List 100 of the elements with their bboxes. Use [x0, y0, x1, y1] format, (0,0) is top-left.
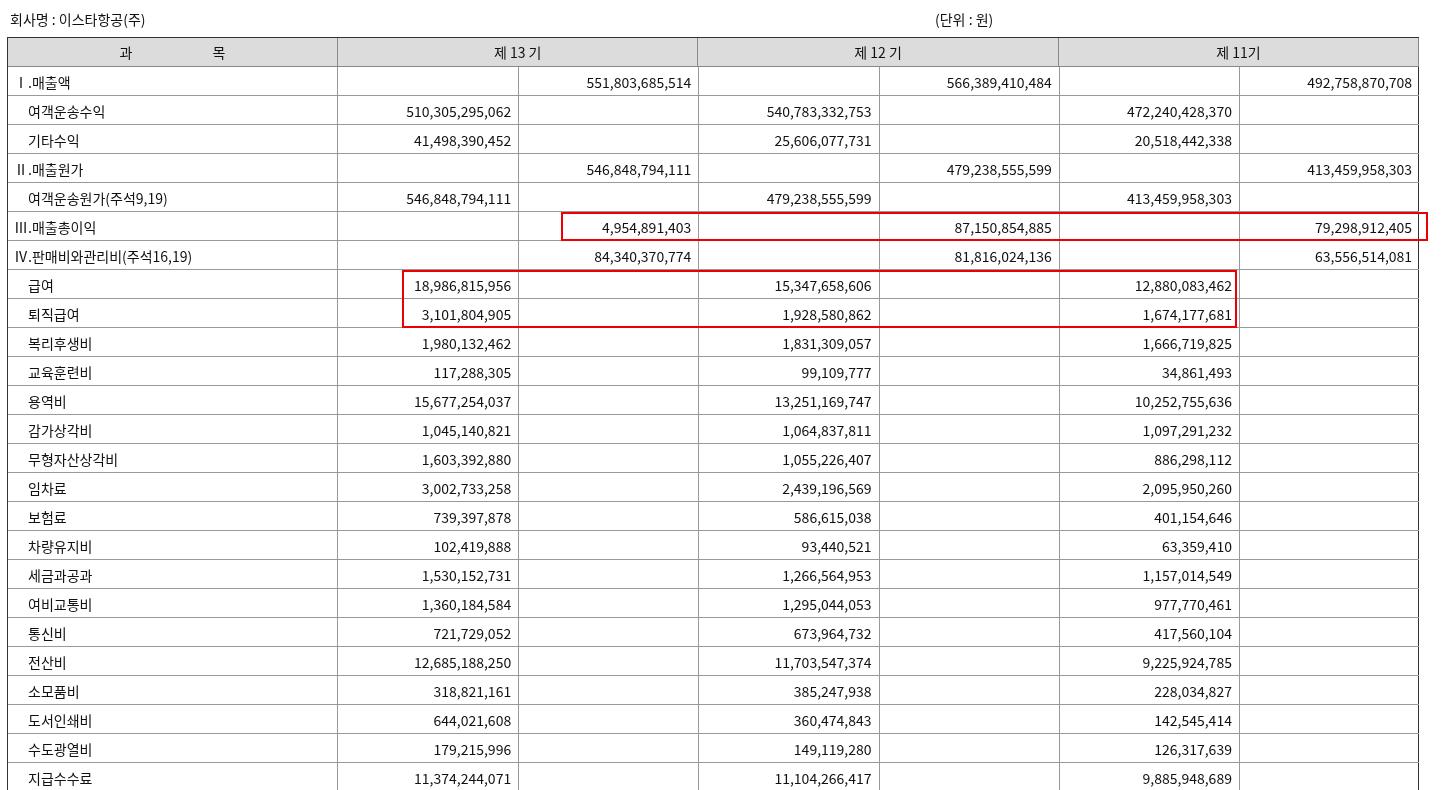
amount-cell-text: 401,154,646 — [1153, 505, 1233, 529]
amount-cell-text: 18,986,815,956 — [413, 273, 513, 297]
amount-cell-text: 721,729,052 — [432, 621, 513, 645]
amount-cell-text: 673,964,732 — [792, 621, 873, 645]
amount-cell-text: 1,064,837,811 — [781, 418, 873, 442]
amount-cell-text: 102,419,888 — [432, 534, 513, 558]
account-label: 기타수익 — [27, 128, 81, 152]
amount-cell-text: 63,556,514,081 — [1313, 244, 1414, 268]
column-header: 과 목 — [8, 38, 338, 67]
amount-cell-text: 1,097,291,232 — [1141, 418, 1233, 442]
account-label: 임차료 — [27, 476, 68, 500]
amount-cell-text: 417,560,104 — [1153, 621, 1233, 645]
amount-cell-text: 413,459,958,303 — [1306, 157, 1414, 181]
amount-cell-text: 318,821,161 — [432, 679, 513, 703]
amount-cell-text: 3,101,804,905 — [420, 302, 513, 326]
amount-cell-text: 15,347,658,606 — [773, 273, 873, 297]
account-label: 무형자산상각비 — [27, 447, 120, 471]
account-label: Ⅰ.매출액 — [13, 70, 72, 94]
column-header: 제 13 기 — [338, 38, 699, 67]
amount-cell-text: 586,615,038 — [792, 505, 873, 529]
amount-cell-text: 13,251,169,747 — [773, 389, 873, 413]
account-label: 보험료 — [27, 505, 68, 529]
amount-cell-text: 492,758,870,708 — [1306, 70, 1414, 94]
amount-cell-text: 2,439,196,569 — [781, 476, 873, 500]
amount-cell-text: 1,980,132,462 — [420, 331, 513, 355]
amount-cell-text: 1,530,152,731 — [420, 563, 513, 587]
amount-cell-text: 1,603,392,880 — [420, 447, 513, 471]
account-label: 복리후생비 — [27, 331, 94, 355]
account-label: 통신비 — [27, 621, 68, 645]
amount-cell-text: 472,240,428,370 — [1126, 99, 1233, 123]
amount-cell-text: 12,685,188,250 — [413, 650, 513, 674]
amount-cell-text: 179,215,996 — [432, 737, 513, 761]
amount-cell-text: 9,885,948,689 — [1141, 766, 1233, 790]
amount-cell-text: 546,848,794,111 — [585, 157, 693, 181]
amount-cell-text: 25,606,077,731 — [773, 128, 873, 152]
amount-cell-text: 479,238,555,599 — [765, 186, 873, 210]
account-label: 차량유지비 — [27, 534, 94, 558]
amount-cell-text: 1,674,177,681 — [1141, 302, 1233, 326]
amount-cell-text: 2,095,950,260 — [1141, 476, 1233, 500]
amount-cell-text: 546,848,794,111 — [405, 186, 513, 210]
amount-cell-text: 1,045,140,821 — [420, 418, 513, 442]
amount-cell-text: 84,340,370,774 — [593, 244, 693, 268]
amount-cell-text: 385,247,938 — [792, 679, 873, 703]
account-label: 전산비 — [27, 650, 68, 674]
account-label: 급여 — [27, 273, 55, 297]
amount-cell-text: 93,440,521 — [800, 534, 873, 558]
amount-cell-text: 510,305,295,062 — [405, 99, 513, 123]
account-label: 여비교통비 — [27, 592, 94, 616]
account-label: 지급수수료 — [27, 766, 94, 790]
amount-cell-text: 12,880,083,462 — [1133, 273, 1233, 297]
account-label: 감가상각비 — [27, 418, 94, 442]
amount-cell-text: 34,861,493 — [1161, 360, 1233, 384]
account-label: 교육훈련비 — [27, 360, 94, 384]
account-label: Ⅱ.매출원가 — [13, 157, 85, 181]
amount-cell-text: 20,518,442,338 — [1133, 128, 1233, 152]
account-label: Ⅳ.판매비와관리비(주석16,19) — [13, 244, 194, 268]
amount-cell-text: 15,677,254,037 — [413, 389, 513, 413]
amount-cell-text: 886,298,112 — [1153, 447, 1233, 471]
amount-cell-text: 1,157,014,549 — [1141, 563, 1233, 587]
amount-cell-text: 87,150,854,885 — [953, 215, 1053, 239]
amount-cell-text: 1,831,309,057 — [781, 331, 873, 355]
amount-cell-text: 149,119,280 — [792, 737, 873, 761]
account-label: 세금과공과 — [27, 563, 94, 587]
amount-cell-text: 566,389,410,484 — [945, 70, 1053, 94]
account-label: 여객운송원가(주석9,19) — [27, 186, 169, 210]
account-label: Ⅲ.매출총이익 — [13, 215, 98, 239]
amount-cell-text: 1,666,719,825 — [1141, 331, 1233, 355]
amount-cell-text: 79,298,912,405 — [1313, 215, 1414, 239]
amount-cell-text: 81,816,024,136 — [953, 244, 1053, 268]
column-header: 제 11기 — [1058, 38, 1420, 67]
amount-cell-text: 9,225,924,785 — [1141, 650, 1233, 674]
amount-cell-text: 1,266,564,953 — [781, 563, 873, 587]
amount-cell-text: 117,288,305 — [432, 360, 513, 384]
amount-cell-text: 551,803,685,514 — [585, 70, 693, 94]
amount-cell-text: 11,703,547,374 — [773, 650, 873, 674]
amount-cell-text: 1,295,044,053 — [781, 592, 873, 616]
amount-cell-text: 10,252,755,636 — [1133, 389, 1233, 413]
amount-cell-text: 228,034,827 — [1153, 679, 1233, 703]
amount-cell-text: 1,055,226,407 — [781, 447, 873, 471]
account-label: 용역비 — [27, 389, 68, 413]
account-label: 수도광열비 — [27, 737, 94, 761]
unit-note: (단위 : 원) — [935, 8, 994, 29]
company-name: 회사명 : 이스타항공(주) — [10, 8, 147, 29]
account-label: 도서인쇄비 — [27, 708, 94, 732]
account-label: 여객운송수익 — [27, 99, 107, 123]
amount-cell-text: 41,498,390,452 — [413, 128, 513, 152]
amount-cell-text: 3,002,733,258 — [420, 476, 513, 500]
amount-cell-text: 142,545,414 — [1153, 708, 1233, 732]
account-label: 퇴직급여 — [27, 302, 81, 326]
amount-cell-text: 99,109,777 — [800, 360, 873, 384]
amount-cell-text: 739,397,878 — [432, 505, 513, 529]
amount-cell-text: 4,954,891,403 — [601, 215, 693, 239]
amount-cell-text: 977,770,461 — [1153, 592, 1233, 616]
amount-cell-text: 126,317,639 — [1153, 737, 1233, 761]
amount-cell-text: 11,374,244,071 — [413, 766, 513, 790]
amount-cell-text: 644,021,608 — [432, 708, 513, 732]
amount-cell-text: 413,459,958,303 — [1126, 186, 1233, 210]
amount-cell-text: 63,359,410 — [1161, 534, 1233, 558]
column-header: 제 12 기 — [698, 38, 1059, 67]
amount-cell-text: 540,783,332,753 — [765, 99, 873, 123]
